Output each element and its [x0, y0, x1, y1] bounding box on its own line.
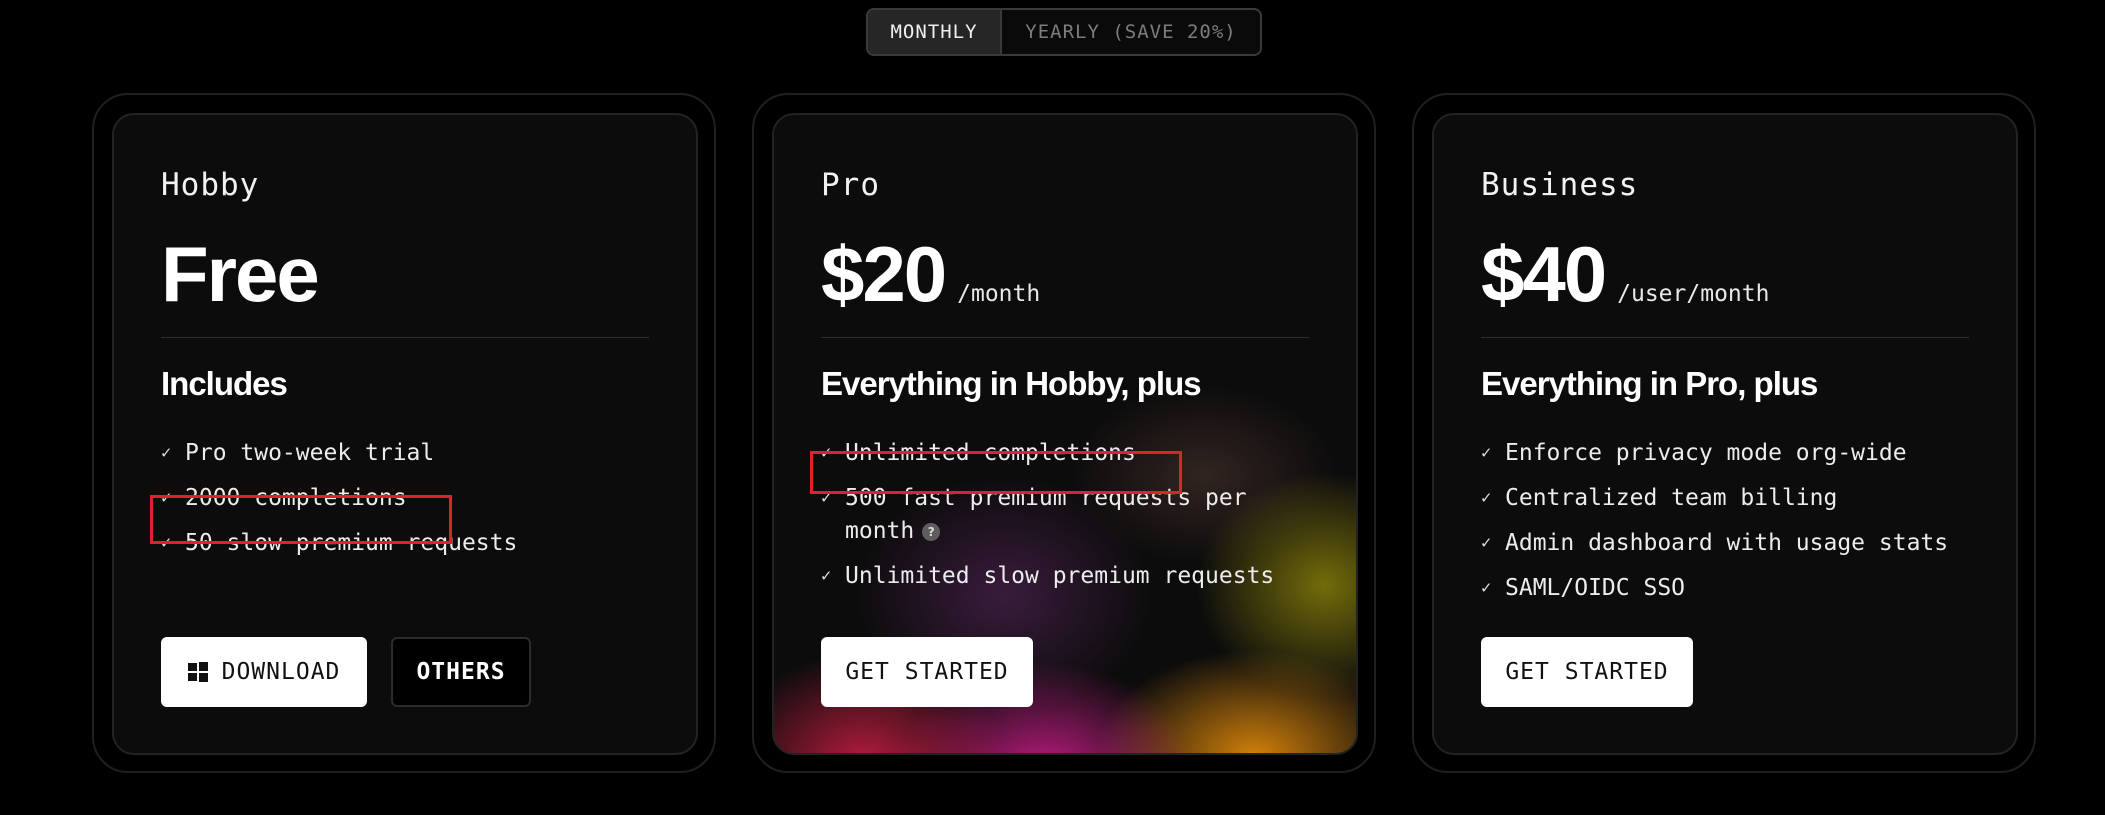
billing-toggle: MONTHLY YEARLY (SAVE 20%) — [866, 8, 1262, 56]
download-button-label: DOWNLOAD — [221, 659, 341, 685]
includes-heading: Everything in Pro, plus — [1481, 365, 1818, 402]
feature-list: ✓ Enforce privacy mode org-wide ✓ Centra… — [1481, 437, 2001, 617]
pricing-card-pro: Pro $20 /month Everything in Hobby, plus… — [752, 93, 1376, 773]
plan-name: Business — [1481, 167, 1639, 203]
windows-icon — [187, 662, 208, 682]
card-inner: Business $40 /user/month Everything in P… — [1432, 113, 2018, 755]
feature-item: ✓ Unlimited slow premium requests — [821, 560, 1341, 593]
price-period: /user/month — [1617, 281, 1770, 307]
feature-text: Pro two-week trial — [185, 440, 435, 466]
feature-item: ✓ SAML/OIDC SSO — [1481, 572, 2001, 605]
feature-text: Centralized team billing — [1505, 485, 1838, 511]
plan-price: $40 — [1481, 230, 1607, 318]
check-icon: ✓ — [1481, 533, 1492, 553]
get-started-button[interactable]: GET STARTED — [821, 637, 1033, 707]
divider — [821, 337, 1309, 338]
feature-item: ✓ Centralized team billing — [1481, 482, 2001, 515]
pricing-card-business: Business $40 /user/month Everything in P… — [1412, 93, 2036, 773]
pricing-card-hobby: Hobby Free Includes ✓ Pro two-week trial… — [92, 93, 716, 773]
card-inner: Hobby Free Includes ✓ Pro two-week trial… — [112, 113, 698, 755]
check-icon: ✓ — [821, 566, 832, 586]
get-started-button-label: GET STARTED — [845, 659, 1009, 685]
get-started-button-label: GET STARTED — [1505, 659, 1669, 685]
price-row: $40 /user/month — [1481, 229, 1769, 319]
includes-heading: Everything in Hobby, plus — [821, 365, 1202, 402]
includes-heading: Includes — [161, 365, 288, 402]
get-started-button[interactable]: GET STARTED — [1481, 637, 1693, 707]
price-row: Free — [161, 229, 320, 319]
price-row: $20 /month — [821, 229, 1040, 319]
price-period: /month — [957, 281, 1041, 307]
feature-item: ✓ Admin dashboard with usage stats — [1481, 527, 2001, 560]
divider — [161, 337, 649, 338]
highlight-box — [810, 451, 1182, 494]
card-inner: Pro $20 /month Everything in Hobby, plus… — [772, 113, 1358, 755]
feature-item: ✓ Enforce privacy mode org-wide — [1481, 437, 2001, 470]
feature-item: ✓ Pro two-week trial — [161, 437, 681, 470]
monthly-toggle-option[interactable]: MONTHLY — [868, 10, 1002, 54]
check-icon: ✓ — [1481, 443, 1492, 463]
plan-name: Pro — [821, 167, 880, 203]
feature-text: Enforce privacy mode org-wide — [1505, 440, 1907, 466]
others-button-label: OTHERS — [416, 659, 506, 685]
divider — [1481, 337, 1969, 338]
check-icon: ✓ — [1481, 578, 1492, 598]
feature-text: SAML/OIDC SSO — [1505, 575, 1686, 601]
feature-text: Unlimited slow premium requests — [845, 563, 1275, 589]
others-button[interactable]: OTHERS — [391, 637, 531, 707]
check-icon: ✓ — [1481, 488, 1492, 508]
feature-text: Admin dashboard with usage stats — [1505, 530, 1949, 556]
yearly-toggle-option[interactable]: YEARLY (SAVE 20%) — [1002, 10, 1260, 54]
plan-price: Free — [161, 230, 320, 318]
info-icon[interactable]: ? — [922, 522, 941, 541]
download-button[interactable]: DOWNLOAD — [161, 637, 367, 707]
highlight-box — [150, 495, 452, 544]
plan-name: Hobby — [161, 167, 260, 203]
check-icon: ✓ — [161, 443, 172, 463]
plan-price: $20 — [821, 230, 947, 318]
